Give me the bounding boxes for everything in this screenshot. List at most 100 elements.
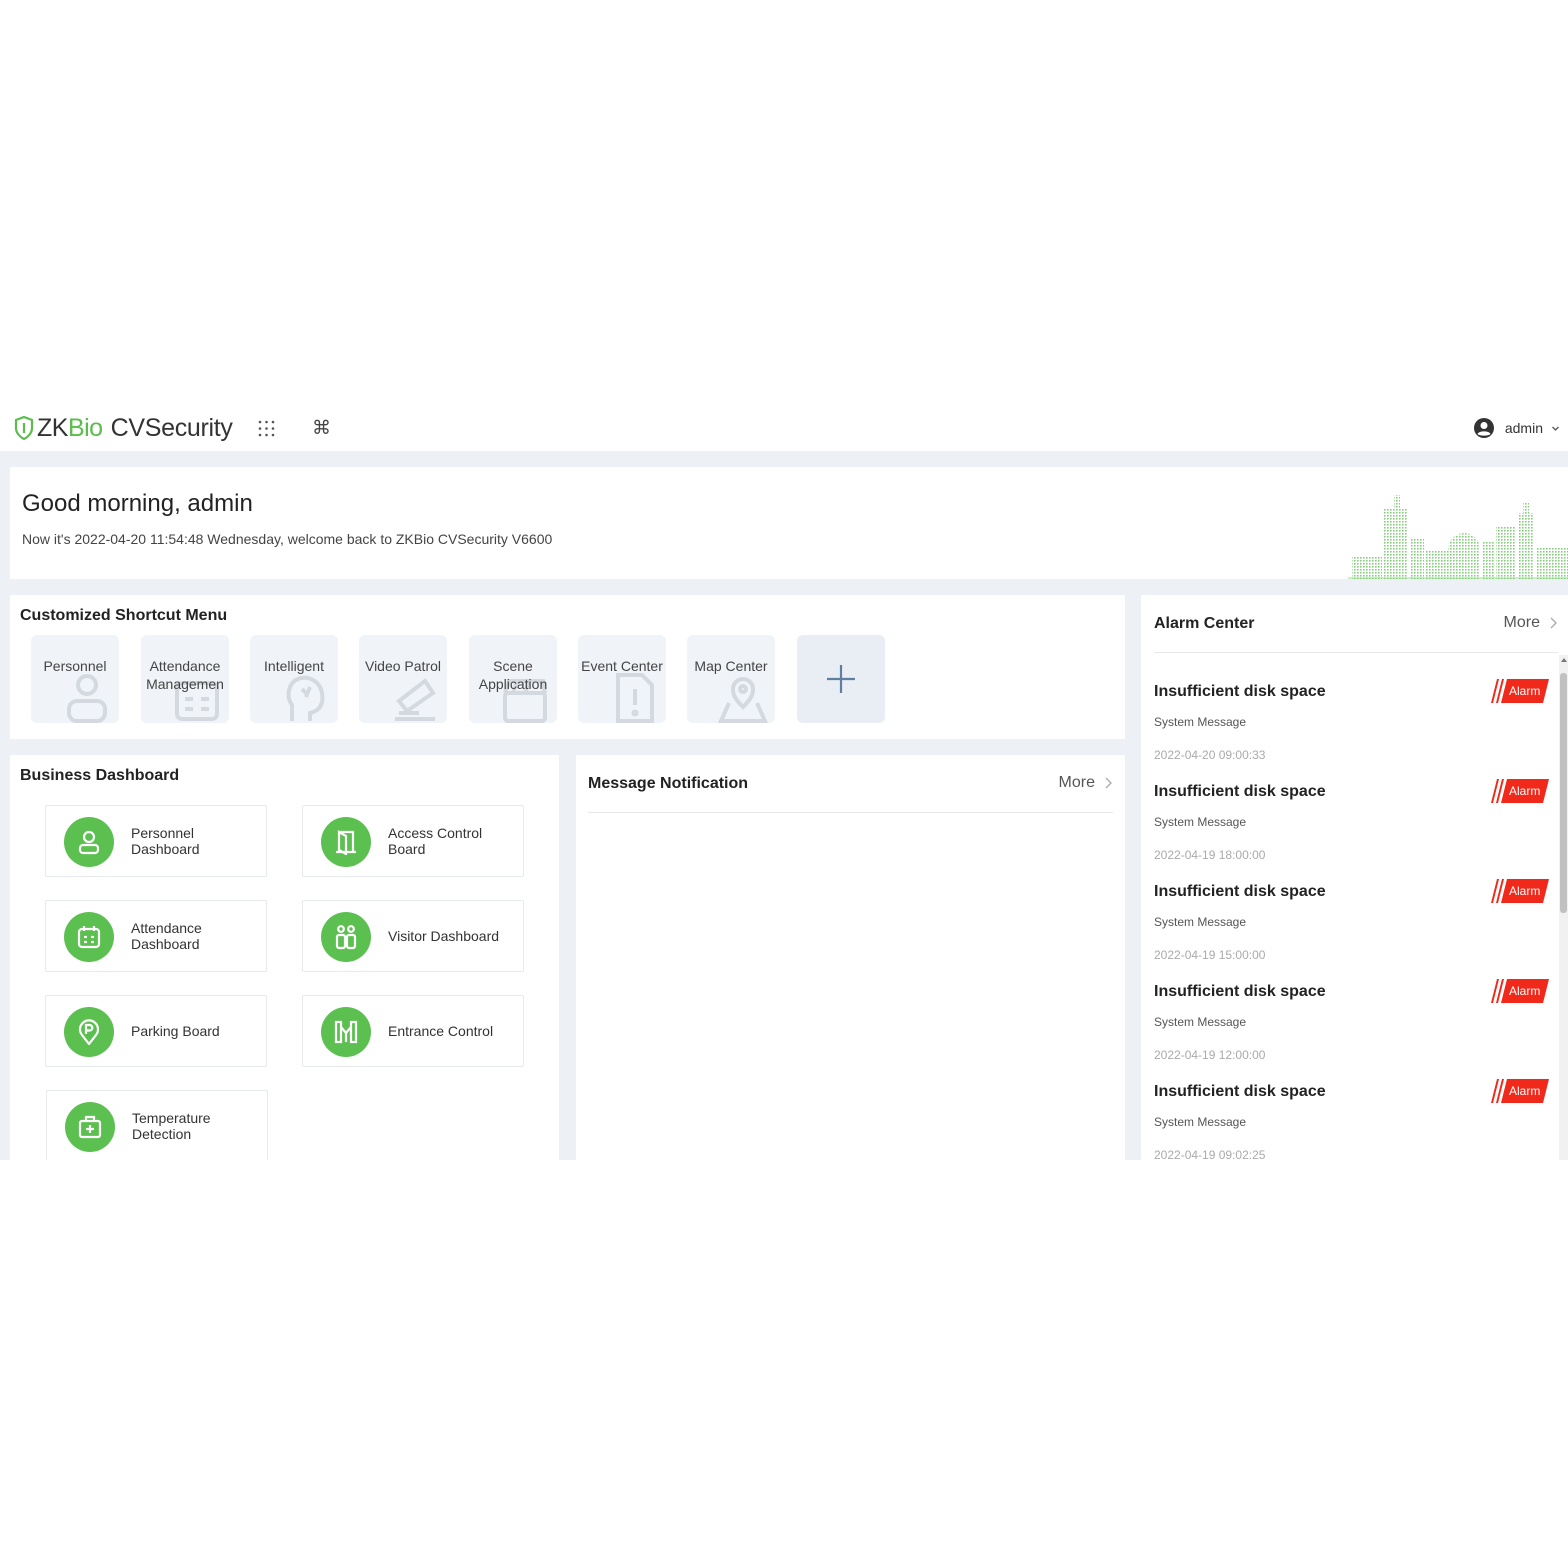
shortcut-intelligent[interactable]: Intelligent bbox=[250, 635, 338, 723]
visitors-icon bbox=[335, 925, 357, 950]
chevron-down-icon bbox=[1552, 426, 1559, 431]
dashboard-entrance-control[interactable]: Entrance Control bbox=[302, 995, 524, 1067]
shortcut-label: Scene Application bbox=[478, 658, 548, 692]
shortcut-label: Video Patrol bbox=[364, 658, 441, 674]
more-label: More bbox=[1503, 614, 1540, 631]
alarm-center-panel: Alarm Center More Insufficient disk spac… bbox=[1141, 595, 1568, 1160]
user-name: admin bbox=[1504, 420, 1543, 436]
person-icon bbox=[67, 674, 107, 723]
calendar-icon bbox=[77, 926, 101, 949]
logo-product: CVSecurity bbox=[110, 413, 233, 442]
dashboard-label: Attendance Dashboard bbox=[131, 920, 202, 952]
alarm-item[interactable]: Insufficient disk space System Message 2… bbox=[1154, 753, 1549, 862]
dashboard-label: Personnel Dashboard bbox=[131, 825, 200, 857]
shortcut-label: Attendance Managemen bbox=[146, 658, 224, 692]
message-notification-panel: Message Notification More bbox=[576, 755, 1125, 1160]
logo[interactable]: ZK Bio CVSecurity bbox=[14, 414, 233, 442]
alarm-item-title: Insufficient disk space bbox=[1154, 883, 1326, 900]
alarm-badge-label: Alarm bbox=[1509, 1084, 1541, 1098]
dashboard-parking[interactable]: Parking Board bbox=[45, 995, 267, 1067]
business-dashboard-panel: Business Dashboard Personnel Dashboard A… bbox=[10, 755, 559, 1160]
dashboard-icon-bg bbox=[64, 817, 114, 867]
alarm-item-title: Insufficient disk space bbox=[1154, 783, 1326, 800]
apps-grid-icon[interactable] bbox=[258, 420, 275, 437]
dashboard-visitor[interactable]: Visitor Dashboard bbox=[302, 900, 524, 972]
alarm-item[interactable]: Insufficient disk space System Message 2… bbox=[1154, 853, 1549, 962]
logo-zk: ZK bbox=[37, 413, 68, 442]
alarm-header: Alarm Center More bbox=[1154, 595, 1558, 653]
message-title: Message Notification bbox=[588, 775, 749, 792]
shortcut-personnel[interactable]: Personnel bbox=[31, 635, 119, 723]
shortcut-label: Intelligent bbox=[264, 658, 324, 674]
logo-bio: Bio bbox=[67, 413, 103, 442]
welcome-banner: Good morning, admin Now it's 2022-04-20 … bbox=[10, 467, 1568, 579]
dashboard-attendance[interactable]: Attendance Dashboard bbox=[45, 900, 267, 972]
dashboard-icon-bg bbox=[65, 1102, 115, 1152]
alarm-item-source: System Message bbox=[1154, 1115, 1247, 1129]
alarm-badge: Alarm bbox=[1491, 779, 1549, 803]
dashboard-personnel[interactable]: Personnel Dashboard bbox=[45, 805, 267, 877]
dashboard-label: Entrance Control bbox=[388, 1023, 494, 1039]
command-icon[interactable]: ⌘ bbox=[312, 417, 331, 440]
alarm-scrollbar[interactable] bbox=[1559, 655, 1568, 1160]
alarm-more-link[interactable]: More bbox=[1504, 614, 1558, 632]
alarm-badge: Alarm bbox=[1491, 979, 1549, 1003]
scroll-up-arrow-icon[interactable] bbox=[1561, 658, 1567, 662]
alarm-title: Alarm Center bbox=[1154, 615, 1255, 632]
message-header: Message Notification More bbox=[588, 755, 1113, 813]
alarm-item-title: Insufficient disk space bbox=[1154, 683, 1326, 700]
dashboard-icon-bg bbox=[64, 1007, 114, 1057]
dashboard-label: Parking Board bbox=[131, 1023, 220, 1039]
alarm-item[interactable]: Insufficient disk space System Message 2… bbox=[1154, 653, 1549, 762]
dashboard-access-control[interactable]: Access Control Board bbox=[302, 805, 524, 877]
shortcut-menu-panel: Customized Shortcut Menu Personnel Atten… bbox=[10, 595, 1125, 739]
alarm-list[interactable]: Insufficient disk space System Message 2… bbox=[1141, 653, 1568, 1160]
shortcut-label: Event Center bbox=[581, 658, 663, 674]
dashboard-label: Visitor Dashboard bbox=[388, 928, 500, 944]
chevron-right-icon bbox=[1550, 617, 1557, 629]
brain-head-icon bbox=[286, 675, 325, 721]
person-icon bbox=[78, 830, 100, 855]
shortcut-event-center[interactable]: Event Center bbox=[578, 635, 666, 723]
alarm-item-time: 2022-04-19 09:02:25 bbox=[1154, 1148, 1266, 1160]
city-skyline-illustration-icon bbox=[1348, 495, 1568, 579]
shortcut-label: Personnel bbox=[43, 658, 107, 674]
alarm-item[interactable]: Insufficient disk space System Message 2… bbox=[1154, 953, 1549, 1062]
more-label: More bbox=[1058, 774, 1095, 791]
turnstile-icon bbox=[334, 1020, 358, 1044]
shortcut-scene-application[interactable]: Scene Application bbox=[469, 635, 557, 723]
shortcut-attendance[interactable]: Attendance Managemen bbox=[141, 635, 229, 723]
parking-icon bbox=[78, 1019, 100, 1045]
dashboard-label: Access Control Board bbox=[388, 825, 483, 857]
alarm-badge-label: Alarm bbox=[1509, 984, 1541, 998]
message-more-link[interactable]: More bbox=[1059, 774, 1113, 792]
door-icon bbox=[336, 830, 356, 855]
dashboard-temperature[interactable]: Temperature Detection bbox=[46, 1090, 268, 1160]
alarm-badge: Alarm bbox=[1491, 1079, 1549, 1103]
user-menu[interactable]: admin bbox=[1473, 417, 1560, 439]
dashboard-icon-bg bbox=[321, 1007, 371, 1057]
medical-kit-icon bbox=[78, 1115, 102, 1139]
shortcut-title: Customized Shortcut Menu bbox=[20, 607, 228, 624]
alarm-badge-label: Alarm bbox=[1509, 884, 1541, 898]
alarm-item[interactable]: Insufficient disk space System Message 2… bbox=[1154, 1053, 1549, 1160]
alarm-item-title: Insufficient disk space bbox=[1154, 1083, 1326, 1100]
alarm-badge-label: Alarm bbox=[1509, 684, 1541, 698]
shortcut-video-patrol[interactable]: Video Patrol bbox=[359, 635, 447, 723]
dashboard-label: Temperature Detection bbox=[132, 1110, 211, 1142]
app-window: ZK Bio CVSecurity ⌘ admin Good morning, ad… bbox=[0, 405, 1568, 1160]
alarm-item-source: System Message bbox=[1154, 715, 1247, 729]
alarm-item-source: System Message bbox=[1154, 1015, 1247, 1029]
alarm-badge: Alarm bbox=[1491, 679, 1549, 703]
alarm-item-source: System Message bbox=[1154, 815, 1247, 829]
dashboard-icon-bg bbox=[321, 817, 371, 867]
add-shortcut-button[interactable] bbox=[797, 635, 885, 723]
alarm-badge-label: Alarm bbox=[1509, 784, 1541, 798]
camera-icon bbox=[395, 678, 436, 721]
shortcut-label: Map Center bbox=[694, 658, 768, 674]
scrollbar-thumb[interactable] bbox=[1560, 673, 1567, 913]
shield-logo-icon bbox=[14, 416, 34, 440]
shortcut-map-center[interactable]: Map Center bbox=[687, 635, 775, 723]
alert-file-icon bbox=[616, 673, 654, 723]
welcome-subtitle: Now it's 2022-04-20 11:54:48 Wednesday, … bbox=[22, 531, 553, 547]
